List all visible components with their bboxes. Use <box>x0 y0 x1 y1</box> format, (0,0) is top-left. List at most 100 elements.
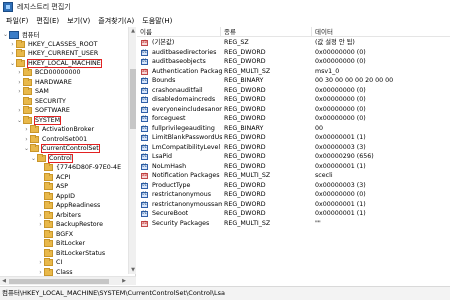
value-type: REG_DWORD <box>224 210 266 217</box>
string-value-icon <box>141 39 148 46</box>
value-name: Bounds <box>152 77 176 84</box>
binary-value-icon <box>141 58 148 65</box>
value-row[interactable]: (기본값) REG_SZ (값 설정 안 됨) <box>137 38 450 48</box>
value-type: REG_MULTI_SZ <box>224 219 271 227</box>
scroll-left-icon[interactable]: ◀ <box>0 277 8 286</box>
value-type: REG_SZ <box>224 39 249 46</box>
value-row[interactable]: fullprivilegeauditing REG_BINARY 00 <box>137 124 450 134</box>
value-name: NoLmHash <box>152 162 187 170</box>
tree-item-label: HKEY_CLASSES_ROOT <box>28 40 98 48</box>
tree-item-label: {7746D80F-97E0-4E <box>56 164 122 171</box>
menu-edit[interactable]: 편집(E) <box>32 16 63 26</box>
value-data: 0x00000000 (0) <box>315 191 366 198</box>
binary-value-icon <box>141 210 148 217</box>
folder-icon <box>16 39 25 48</box>
value-row[interactable]: forceguest REG_DWORD 0x00000000 (0) <box>137 114 450 124</box>
tree-item-label: BitLockerStatus <box>56 249 106 257</box>
folder-icon <box>23 96 32 105</box>
value-type: REG_DWORD <box>224 134 266 141</box>
value-type: REG_DWORD <box>224 115 266 122</box>
value-row[interactable]: LsaPid REG_DWORD 0x00000290 (656) <box>137 152 450 162</box>
tree-horizontal-scroll-thumb[interactable] <box>9 279 109 284</box>
value-name: forceguest <box>152 115 186 122</box>
value-row[interactable]: Security Packages REG_MULTI_SZ "" <box>137 219 450 229</box>
scroll-up-icon[interactable]: ▲ <box>129 27 137 35</box>
folder-icon <box>23 87 32 95</box>
value-row[interactable]: Bounds REG_BINARY 00 30 00 00 00 20 00 00 <box>137 76 450 86</box>
folder-icon <box>44 163 53 171</box>
value-row[interactable]: Notification Packages REG_MULTI_SZ scecli <box>137 171 450 181</box>
column-header-type[interactable]: 종류 <box>221 27 312 37</box>
binary-value-icon <box>141 163 148 170</box>
value-row[interactable]: crashonauditfail REG_DWORD 0x00000000 (0) <box>137 86 450 96</box>
tree-item-label: BGFX <box>56 230 74 238</box>
folder-icon <box>44 210 53 219</box>
value-type: REG_DWORD <box>224 200 266 208</box>
tree-item-label: CurrentControlSet <box>41 144 100 153</box>
value-row[interactable]: disabledomaincreds REG_DWORD 0x00000000 (0… <box>137 95 450 105</box>
folder-icon <box>44 267 53 276</box>
folder-icon <box>44 220 53 228</box>
value-data: 00 30 00 00 00 20 00 00 <box>315 77 394 84</box>
value-row[interactable]: restrictanonymous REG_DWORD 0x00000000 (0) <box>137 190 450 200</box>
value-row[interactable]: Authentication PackagesREG_MULTI_SZ msv1_… <box>137 67 450 77</box>
value-name: Authentication Packages <box>152 67 222 75</box>
binary-value-icon <box>141 115 148 122</box>
value-data: 0x00000003 (3) <box>315 181 366 189</box>
value-row[interactable]: ProductType REG_DWORD 0x00000003 (3) <box>137 181 450 191</box>
tree-item-label: BCD00000000 <box>35 69 81 76</box>
scroll-right-icon[interactable]: ▶ <box>120 277 128 286</box>
value-row[interactable]: NoLmHash REG_DWORD 0x00000001 (1) <box>137 162 450 172</box>
menu-file[interactable]: 파일(F) <box>2 16 32 26</box>
tree-vertical-scrollbar[interactable]: ▲ ▼ <box>128 27 136 274</box>
menu-help[interactable]: 도움말(H) <box>138 16 176 26</box>
value-name: restrictanonymoussam <box>152 200 222 208</box>
value-row[interactable]: auditbaseobjects REG_DWORD 0x00000000 (0) <box>137 57 450 67</box>
tree-item-label: SECURITY <box>35 97 66 105</box>
value-type: REG_DWORD <box>224 48 266 56</box>
menu-favorites[interactable]: 즐겨찾기(A) <box>94 16 138 26</box>
value-row[interactable]: LmCompatibilityLevelREG_DWORD 0x00000003 … <box>137 143 450 153</box>
column-header-data[interactable]: 데이터 <box>312 27 450 37</box>
folder-icon <box>44 258 53 266</box>
menu-view[interactable]: 보기(V) <box>63 16 94 26</box>
value-data: 0x00000000 (0) <box>315 105 366 113</box>
value-name: fullprivilegeauditing <box>152 124 215 132</box>
column-header-name[interactable]: 이름 <box>137 27 221 37</box>
folder-icon <box>23 68 32 76</box>
binary-value-icon <box>141 182 148 189</box>
tree-item-label: AppReadiness <box>56 202 101 209</box>
string-value-icon <box>141 172 148 179</box>
value-row[interactable]: auditbasedirectories REG_DWORD 0x00000000 … <box>137 48 450 58</box>
binary-value-icon <box>141 191 148 198</box>
folder-icon <box>44 182 53 190</box>
value-name: restrictanonymous <box>152 191 212 198</box>
value-data: 0x00000290 (656) <box>315 153 374 160</box>
scroll-down-icon[interactable]: ▼ <box>129 266 137 274</box>
folder-icon <box>16 58 25 67</box>
folder-icon <box>23 106 32 114</box>
value-row[interactable]: SecureBoot REG_DWORD 0x00000001 (1) <box>137 209 450 219</box>
value-type: REG_DWORD <box>224 58 266 65</box>
tree-item-label: Arbiters <box>56 211 81 219</box>
binary-value-icon <box>141 106 148 113</box>
value-data: 0x00000000 (0) <box>315 86 366 94</box>
tree-horizontal-scrollbar[interactable]: ◀ ▶ <box>0 276 136 285</box>
folder-icon <box>16 49 25 57</box>
folder-icon <box>44 248 53 257</box>
value-type: REG_DWORD <box>224 143 266 151</box>
value-row[interactable]: restrictanonymoussamREG_DWORD 0x00000001 … <box>137 200 450 210</box>
folder-icon <box>44 239 53 247</box>
value-type: REG_DWORD <box>224 96 266 103</box>
tree-vertical-scroll-thumb[interactable] <box>130 69 136 129</box>
registry-editor-icon <box>3 2 13 12</box>
value-row[interactable]: LimitBlankPasswordUseREG_DWORD 0x00000001… <box>137 133 450 143</box>
value-type: REG_DWORD <box>224 191 266 198</box>
tree-item-label: BitLocker <box>56 240 86 247</box>
value-name: (기본값) <box>152 39 175 46</box>
folder-icon <box>44 172 53 181</box>
value-row[interactable]: everyoneincludesanonymousREG_DWORD 0x0000… <box>137 105 450 115</box>
tree-item-label: AppID <box>56 192 76 200</box>
folder-icon <box>37 153 46 162</box>
value-type: REG_BINARY <box>224 77 264 84</box>
